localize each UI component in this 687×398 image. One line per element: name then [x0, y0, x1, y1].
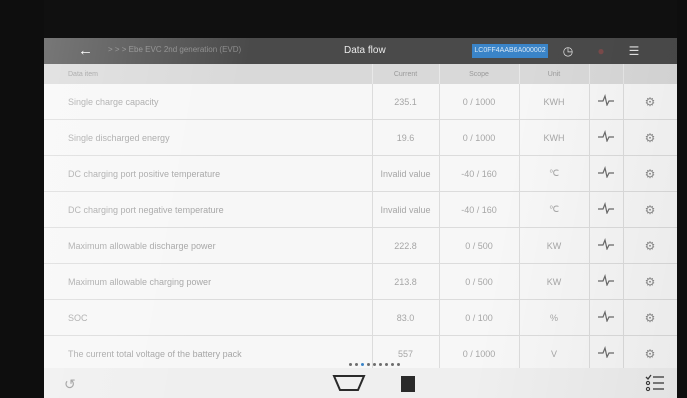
- current-value: Invalid value: [372, 155, 440, 192]
- back-arrow-icon[interactable]: ←: [78, 42, 100, 60]
- top-bar: ← > > > Ebe EVC 2nd generation (EVD) Dat…: [44, 38, 677, 64]
- waveform-icon[interactable]: [589, 84, 624, 120]
- gear-icon[interactable]: ⚙: [623, 191, 677, 228]
- record-icon[interactable]: ●: [593, 43, 609, 59]
- waveform-icon[interactable]: [589, 263, 624, 300]
- gear-icon[interactable]: ⚙: [623, 299, 677, 336]
- page-dot[interactable]: [397, 362, 400, 366]
- scope-value: 0 / 500: [439, 227, 520, 264]
- gear-icon[interactable]: ⚙: [623, 227, 677, 264]
- clock-icon[interactable]: ◷: [560, 43, 576, 59]
- device-bezel-top: [0, 0, 687, 38]
- gear-icon[interactable]: ⚙: [623, 335, 677, 372]
- data-item-name: Single charge capacity: [44, 84, 373, 120]
- unit-value: ℃: [519, 191, 590, 228]
- current-value: 213.8: [372, 263, 440, 300]
- data-item-name: Maximum allowable discharge power: [44, 227, 373, 264]
- data-item-name: SOC: [44, 299, 373, 336]
- table-header: Data item Current Scope Unit: [44, 64, 677, 84]
- page-dot[interactable]: [373, 362, 376, 366]
- waveform-icon[interactable]: [589, 155, 624, 192]
- table-row[interactable]: Maximum allowable discharge power 222.8 0 …: [44, 227, 677, 264]
- table-row[interactable]: SOC 83.0 0 / 100% ⚙: [44, 299, 677, 336]
- col-unit: Unit: [519, 64, 590, 84]
- page-dot[interactable]: [355, 362, 358, 366]
- menu-icon[interactable]: ☰: [626, 43, 642, 59]
- stop-square-icon[interactable]: [401, 376, 415, 392]
- device-bezel-left: [0, 0, 44, 398]
- current-value: Invalid value: [372, 191, 440, 228]
- col-data-item: Data item: [44, 64, 373, 84]
- table-row[interactable]: Maximum allowable charging power 213.8 0 /…: [44, 263, 677, 300]
- page-indicator[interactable]: [349, 360, 400, 368]
- current-value: 222.8: [372, 227, 440, 264]
- data-item-name: Single discharged energy: [44, 119, 373, 156]
- table-row[interactable]: DC charging port negative temperature Inv…: [44, 191, 677, 228]
- current-value: 19.6: [372, 119, 440, 156]
- col-scope: Scope: [439, 64, 520, 84]
- unit-value: KWH: [519, 84, 590, 120]
- page-dot[interactable]: [385, 362, 388, 366]
- scope-value: -40 / 160: [439, 155, 520, 192]
- current-value: 235.1: [372, 84, 440, 120]
- trapezoid-icon[interactable]: [332, 374, 366, 392]
- data-item-name: The current total voltage of the battery…: [44, 335, 373, 372]
- unit-value: %: [519, 299, 590, 336]
- waveform-icon[interactable]: [589, 227, 624, 264]
- scope-value: 0 / 500: [439, 263, 520, 300]
- unit-value: V: [519, 335, 590, 372]
- table-row[interactable]: Single discharged energy 19.6 0 / 1000 KWH ⚙: [44, 119, 677, 156]
- col-settings: [623, 64, 677, 84]
- scope-value: 0 / 100: [439, 299, 520, 336]
- scope-value: 0 / 1000: [439, 119, 520, 156]
- col-current: Current: [372, 64, 440, 84]
- waveform-icon[interactable]: [589, 299, 624, 336]
- unit-value: ℃: [519, 155, 590, 192]
- gear-icon[interactable]: ⚙: [623, 119, 677, 156]
- data-item-name: Maximum allowable charging power: [44, 263, 373, 300]
- waveform-icon[interactable]: [589, 335, 624, 372]
- scope-value: -40 / 160: [439, 191, 520, 228]
- data-item-name: DC charging port positive temperature: [44, 155, 373, 192]
- scope-value: 0 / 1000: [439, 84, 520, 120]
- current-value: 83.0: [372, 299, 440, 336]
- bottom-bar: ↺: [44, 368, 677, 398]
- checklist-icon[interactable]: [644, 372, 666, 394]
- page-dot[interactable]: [361, 362, 364, 366]
- unit-value: KW: [519, 263, 590, 300]
- col-graph: [589, 64, 624, 84]
- page-title: Data flow: [344, 45, 386, 56]
- scope-value: 0 / 1000: [439, 335, 520, 372]
- vin-badge[interactable]: LC0FF4AAB6A000002: [472, 44, 548, 58]
- table-row[interactable]: Single charge capacity 235.1 0 / 1000 KWH ⚙: [44, 84, 677, 120]
- breadcrumb: > > > Ebe EVC 2nd generation (EVD): [108, 45, 242, 54]
- unit-value: KWH: [519, 119, 590, 156]
- back-arc-icon[interactable]: ↺: [64, 376, 76, 393]
- page-dot[interactable]: [379, 362, 382, 366]
- device-bezel-right: [677, 0, 687, 398]
- page-dot[interactable]: [349, 362, 352, 366]
- gear-icon[interactable]: ⚙: [623, 155, 677, 192]
- data-flow-table: Data item Current Scope Unit Single char…: [44, 64, 677, 372]
- table-row[interactable]: DC charging port positive temperature Inv…: [44, 155, 677, 192]
- tablet-screen: ← > > > Ebe EVC 2nd generation (EVD) Dat…: [44, 38, 677, 398]
- gear-icon[interactable]: ⚙: [623, 84, 677, 120]
- waveform-icon[interactable]: [589, 119, 624, 156]
- page-dot[interactable]: [367, 362, 370, 366]
- data-item-name: DC charging port negative temperature: [44, 191, 373, 228]
- unit-value: KW: [519, 227, 590, 264]
- waveform-icon[interactable]: [589, 191, 624, 228]
- gear-icon[interactable]: ⚙: [623, 263, 677, 300]
- page-dot[interactable]: [391, 362, 394, 366]
